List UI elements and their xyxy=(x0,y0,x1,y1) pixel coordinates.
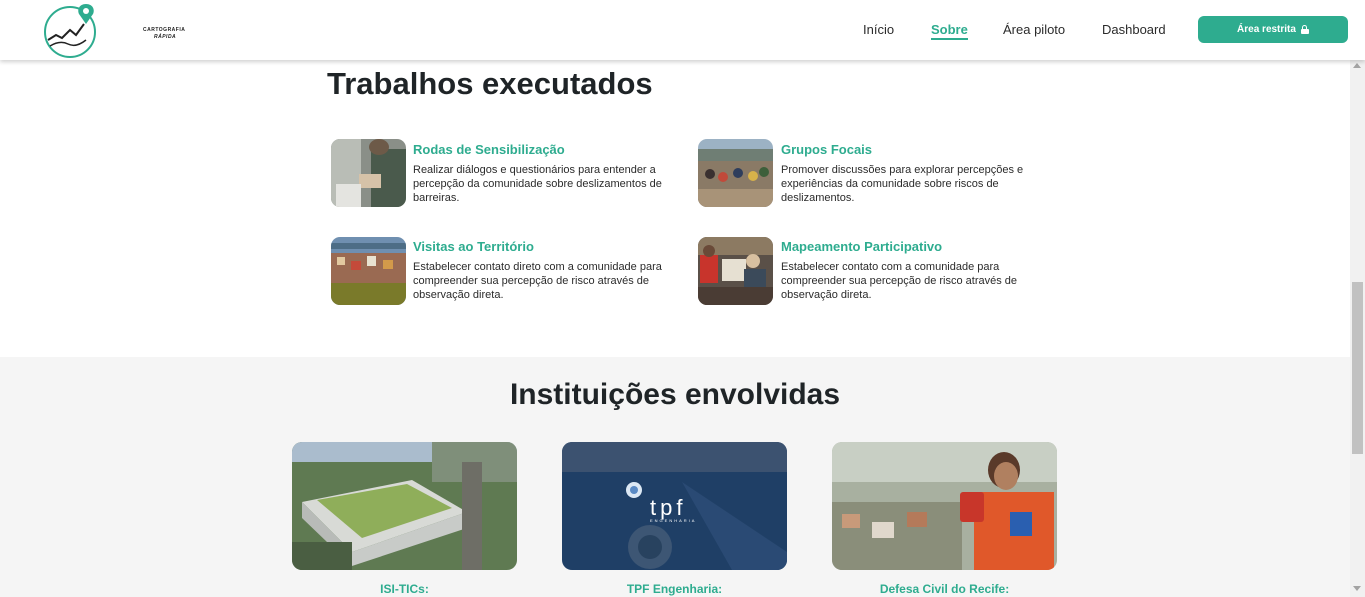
tpf-logo-subtext: ENGENHARIA xyxy=(650,518,696,523)
restricted-area-button[interactable]: Área restrita xyxy=(1198,16,1348,43)
institution-image-defesa-civil xyxy=(832,442,1057,570)
work-title-mapeamento: Mapeamento Participativo xyxy=(781,239,943,254)
work-image-rodas xyxy=(331,139,406,207)
nav-dashboard[interactable]: Dashboard xyxy=(1102,22,1166,37)
lock-icon xyxy=(1300,25,1309,34)
institutions-section-title: Instituições envolvidas xyxy=(509,378,841,411)
works-section-title: Trabalhos executados xyxy=(327,66,653,101)
institution-name-defesa-civil: Defesa Civil do Recife: xyxy=(879,582,1010,596)
institution-name-tpf: TPF Engenharia: xyxy=(626,582,723,596)
institution-image-isi-tics xyxy=(292,442,517,570)
logo-text-line1: CARTOGRAFIA xyxy=(143,27,186,33)
work-desc-visitas: Estabelecer contato direto com a comunid… xyxy=(413,261,662,301)
work-desc-grupos: Promover discussões para explorar percep… xyxy=(781,164,1024,204)
work-title-rodas: Rodas de Sensibilização xyxy=(413,142,565,157)
work-image-grupos xyxy=(698,139,773,207)
site-header: CARTOGRAFIA RÁPIDA Início Sobre Área pil… xyxy=(0,0,1365,60)
work-title-visitas: Visitas ao Território xyxy=(413,239,534,254)
restricted-area-label: Área restrita xyxy=(1237,24,1296,35)
tpf-logo-text: tpf xyxy=(650,495,686,520)
logo[interactable]: CARTOGRAFIA RÁPIDA xyxy=(42,2,185,58)
work-desc-mapeamento: Estabelecer contato com a comunidade par… xyxy=(781,261,1018,301)
scrollbar-thumb[interactable] xyxy=(1352,282,1363,454)
logo-text-line2: RÁPIDA xyxy=(154,34,177,40)
work-title-grupos: Grupos Focais xyxy=(781,142,873,157)
institution-name-isi-tics: ISI-TICs: xyxy=(380,582,429,596)
institution-image-tpf: tpf ENGENHARIA xyxy=(562,442,787,570)
work-image-visitas xyxy=(331,237,406,305)
scroll-up-icon[interactable] xyxy=(1353,63,1361,68)
nav-sobre[interactable]: Sobre xyxy=(931,22,968,40)
nav-inicio[interactable]: Início xyxy=(863,22,894,37)
work-desc-rodas: Realizar diálogos e questionários para e… xyxy=(413,164,662,204)
logo-icon xyxy=(44,4,96,58)
scroll-down-icon[interactable] xyxy=(1353,586,1361,591)
work-image-mapeamento xyxy=(698,237,773,305)
nav-area-piloto[interactable]: Área piloto xyxy=(1003,22,1065,37)
